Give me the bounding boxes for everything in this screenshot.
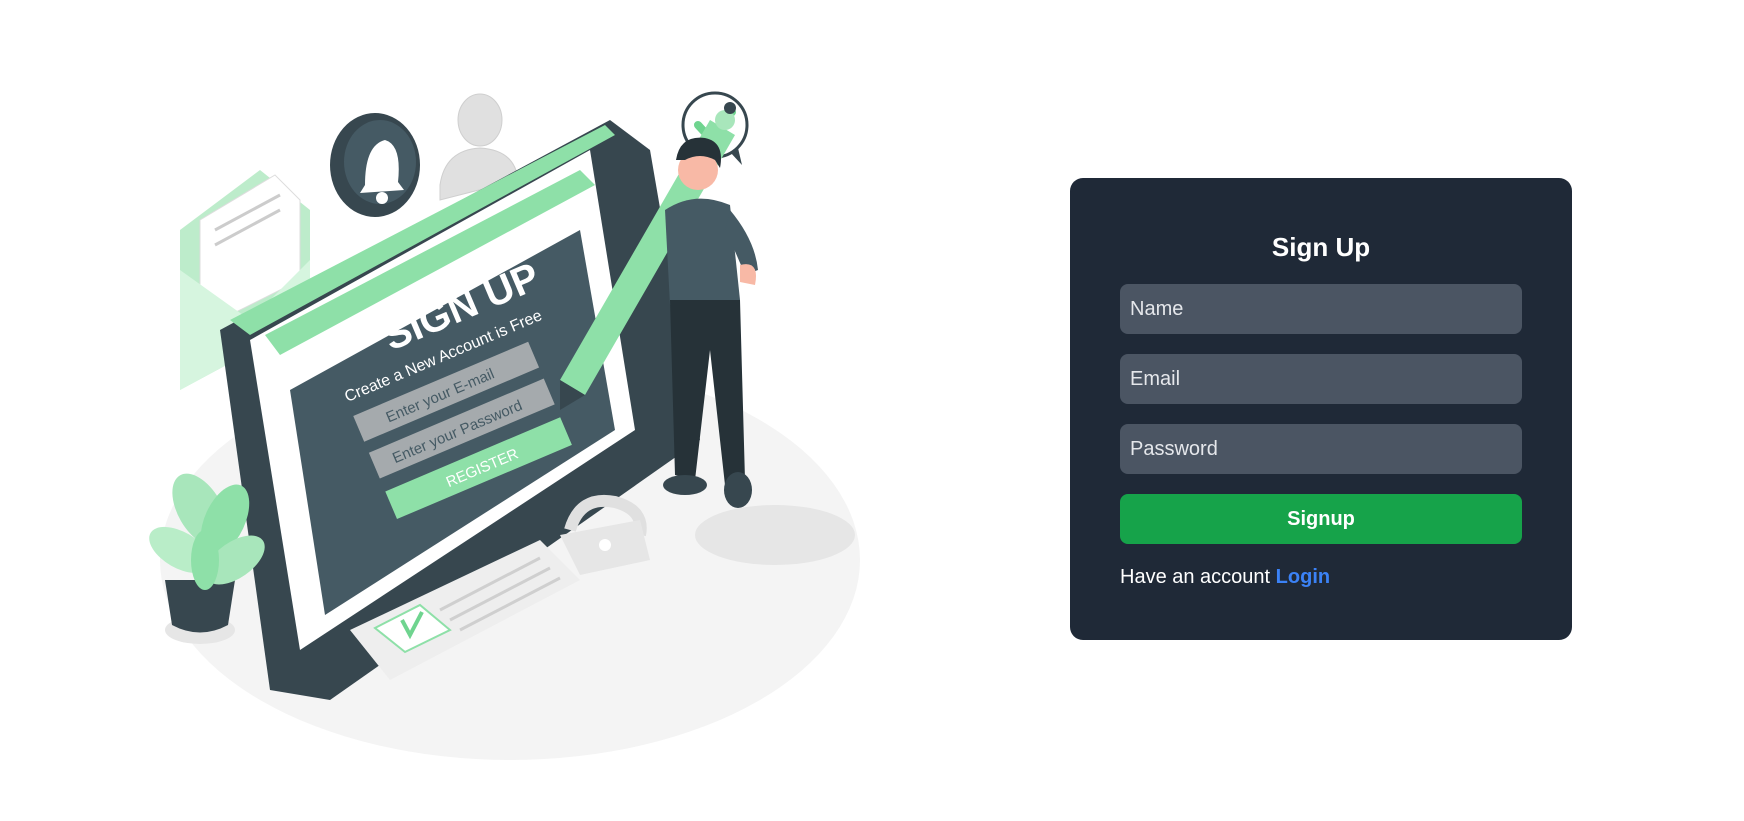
login-prompt-text: Have an account: [1120, 566, 1271, 588]
signup-button[interactable]: Signup: [1120, 494, 1522, 544]
login-prompt: Have an account Login: [1120, 564, 1522, 590]
signup-page: SIGN UP Create a New Account is Free Ent…: [0, 0, 1744, 821]
bell-icon: [330, 113, 420, 217]
login-link[interactable]: Login: [1276, 566, 1330, 588]
password-input[interactable]: [1120, 424, 1522, 474]
name-input[interactable]: [1120, 284, 1522, 334]
signup-card: Sign Up Signup Have an account Login: [1070, 178, 1572, 640]
email-input[interactable]: [1120, 354, 1522, 404]
signup-illustration: SIGN UP Create a New Account is Free Ent…: [149, 91, 860, 760]
person-shadow: [695, 505, 855, 565]
card-title: Sign Up: [1271, 232, 1371, 262]
